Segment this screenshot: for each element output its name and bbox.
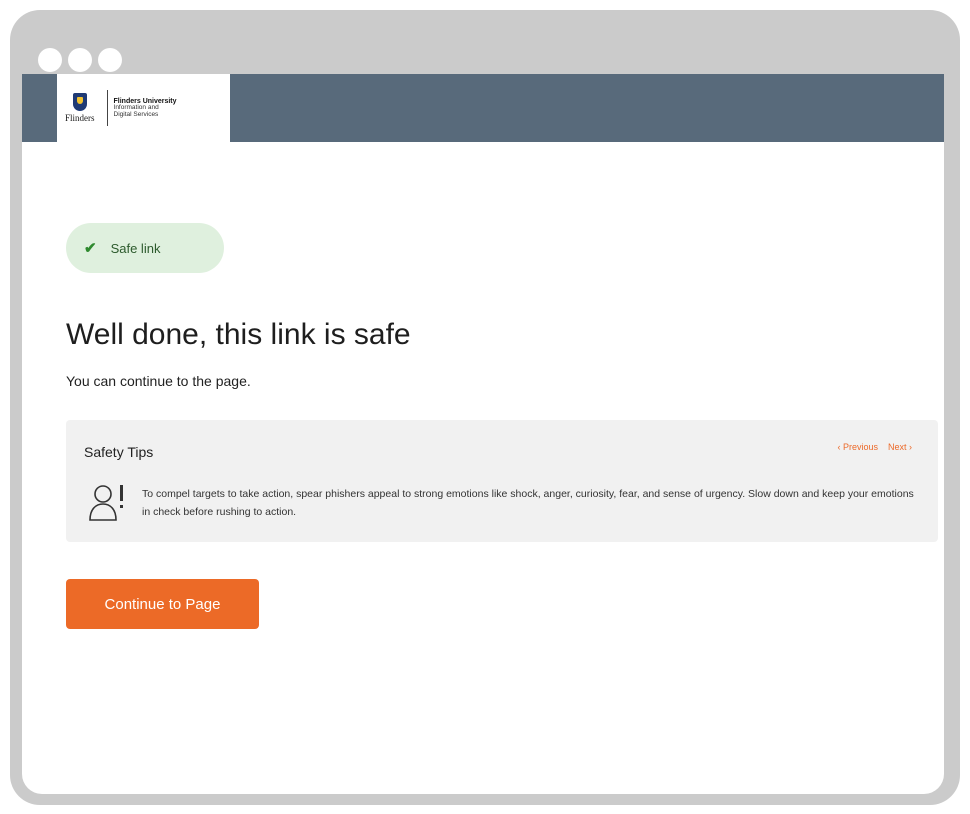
safety-tips-title: Safety Tips: [84, 444, 154, 460]
logo-wordmark: Flinders: [65, 113, 95, 123]
logo-text: Flinders University Information and Digi…: [114, 98, 177, 119]
page-title: Well done, this link is safe: [66, 318, 411, 351]
university-logo[interactable]: Flinders Flinders University Information…: [57, 74, 230, 142]
window-maximize-dot[interactable]: [98, 48, 122, 72]
status-badge-label: Safe link: [110, 240, 161, 256]
page-subtitle: You can continue to the page.: [66, 373, 251, 389]
check-icon: ✔: [84, 239, 97, 257]
window-controls: [38, 48, 122, 72]
safety-tips-panel: Safety Tips ‹ Previous Next › To compel …: [66, 420, 938, 542]
window-minimize-dot[interactable]: [68, 48, 92, 72]
logo-divider: [106, 90, 108, 126]
logo-mark: Flinders: [65, 93, 95, 123]
previous-tip-link[interactable]: ‹ Previous: [837, 442, 878, 452]
status-badge: ✔ Safe link: [66, 223, 224, 273]
tips-navigation: ‹ Previous Next ›: [837, 442, 912, 452]
next-tip-link[interactable]: Next ›: [888, 442, 912, 452]
site-header: Flinders Flinders University Information…: [22, 74, 944, 142]
person-alert-icon: [89, 485, 123, 521]
logo-line-3: Digital Services: [113, 110, 159, 118]
window-close-dot[interactable]: [38, 48, 62, 72]
page-viewport: Flinders Flinders University Information…: [22, 74, 944, 794]
crest-icon: [72, 93, 87, 111]
safety-tip-text: To compel targets to take action, spear …: [142, 488, 914, 518]
browser-frame: Flinders Flinders University Information…: [10, 10, 960, 805]
continue-to-page-button[interactable]: Continue to Page: [66, 579, 259, 629]
